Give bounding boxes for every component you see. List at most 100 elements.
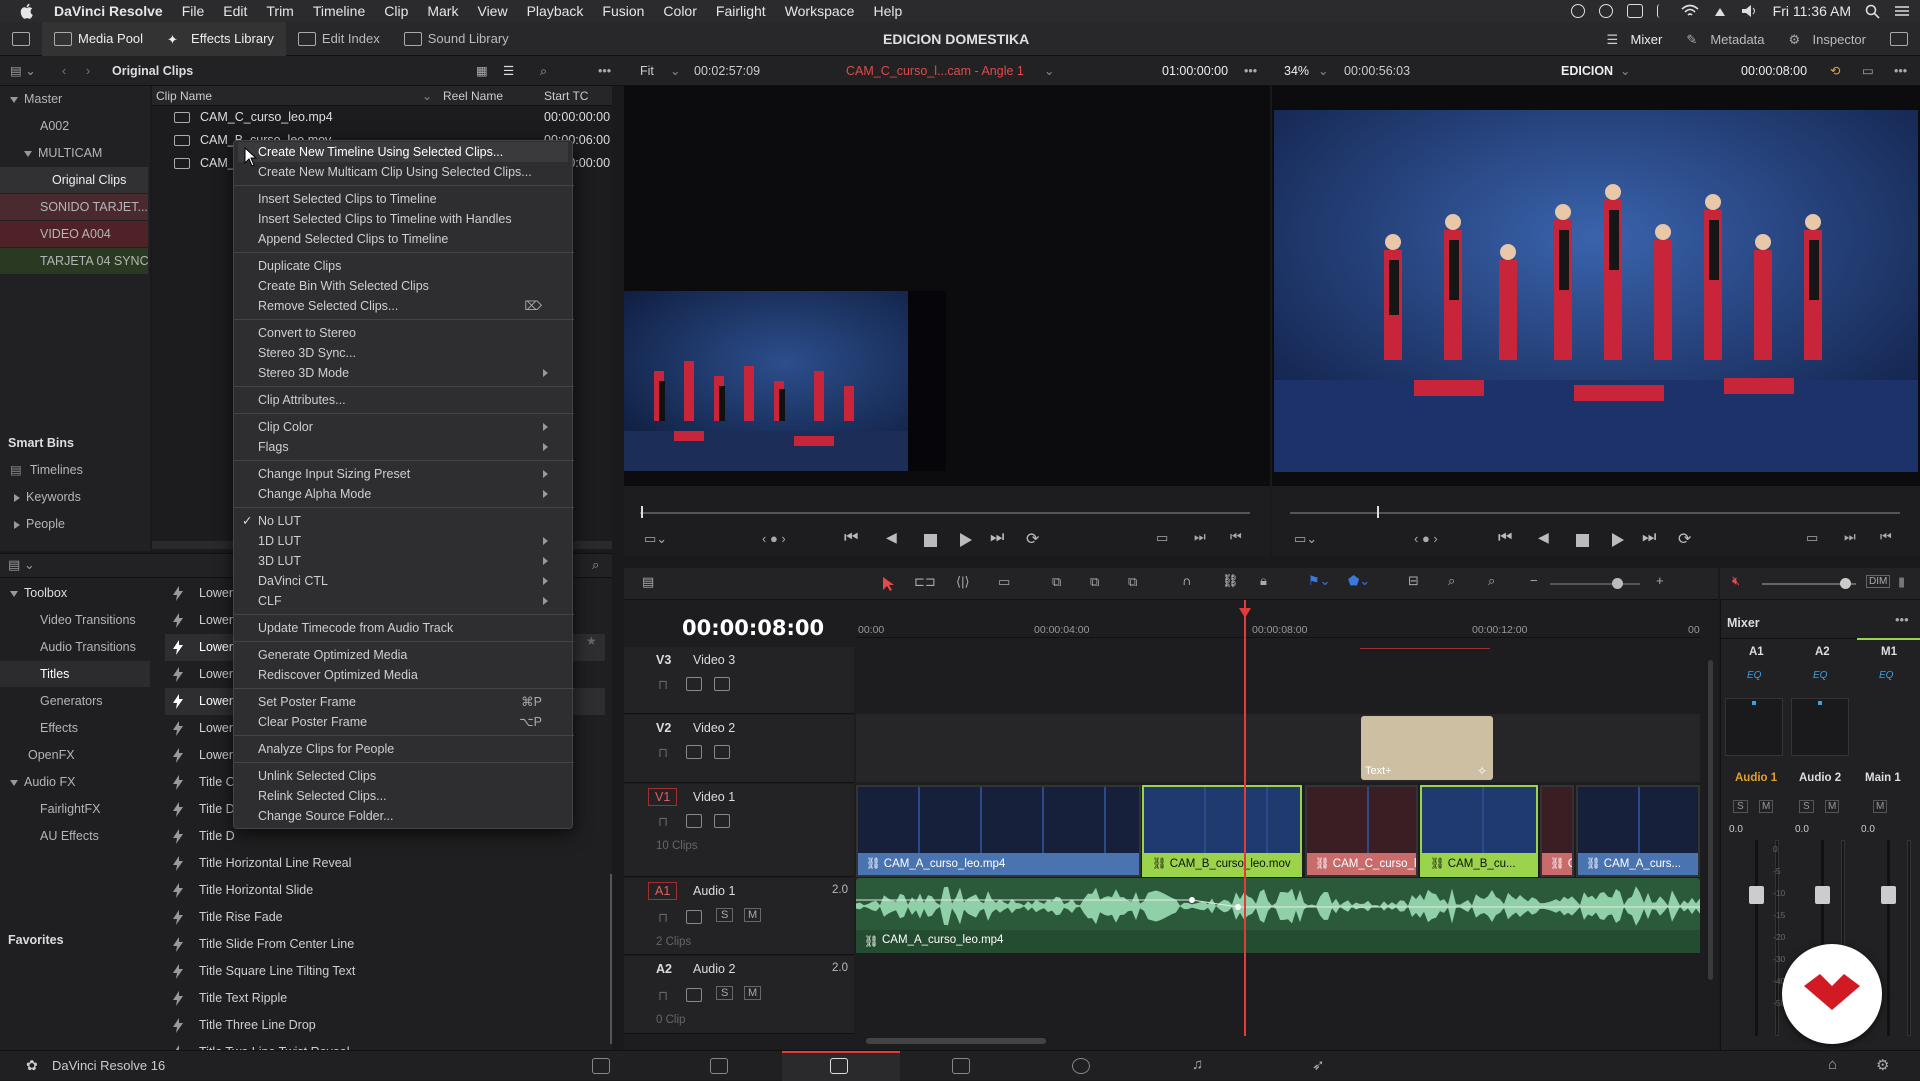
menu-davinci[interactable]: DaVinci Resolve [54, 3, 163, 19]
playhead[interactable] [1244, 600, 1246, 1036]
track-name[interactable]: Video 2 [693, 721, 735, 735]
more-options-icon[interactable]: ••• [1244, 56, 1257, 86]
column-start-tc[interactable]: Start TC [544, 86, 588, 106]
bin-tarjeta[interactable]: TARJETA 04 SYNC [0, 248, 149, 274]
video-clip[interactable]: ⛓ CAM_A_curso_leo.mp4 [856, 785, 1141, 877]
viewer-options-icon[interactable]: ▭⌄ [644, 531, 667, 547]
smart-bin-timelines[interactable]: ▤ Timelines [0, 457, 148, 483]
replace-clip-icon[interactable]: ⧉ [1128, 574, 1137, 590]
drive-icon[interactable] [1626, 4, 1643, 18]
menu-alpha-mode[interactable]: Change Alpha Mode [258, 484, 558, 504]
selection-tool-icon[interactable] [882, 576, 896, 592]
fx-cat-fairlightfx[interactable]: FairlightFX [0, 796, 150, 822]
menu-generate-optimized[interactable]: Generate Optimized Media [258, 645, 558, 665]
fx-title-item[interactable]: Title Slide From Center Line [165, 931, 605, 958]
zoom-in-icon[interactable]: + [1656, 573, 1664, 588]
edit-page-tab[interactable] [782, 1051, 900, 1081]
blade-tool-icon[interactable]: ▭ [998, 574, 1010, 590]
lock-icon[interactable]: ⊓ [658, 814, 668, 830]
lock-icon[interactable]: ⊓ [658, 988, 668, 1004]
source-scrubber[interactable] [640, 512, 1250, 514]
menu-clip[interactable]: Clip [384, 3, 408, 19]
wifi-icon[interactable] [1681, 4, 1699, 18]
bin-original-clips[interactable]: Original Clips [0, 167, 148, 193]
fx-title-item[interactable]: Title Text Ripple [165, 985, 605, 1012]
clock[interactable]: Fri 11:36 AM [1773, 3, 1851, 19]
media-pool-button[interactable]: Media Pool [42, 21, 156, 56]
menu-edit[interactable]: Edit [223, 3, 247, 19]
panel-toggle-button[interactable] [0, 22, 42, 56]
auto-track-icon[interactable] [686, 910, 702, 924]
video-clip[interactable]: ⛓ CAM_C_curso_leo.... [1305, 785, 1418, 877]
loop-icon[interactable]: ⟳ [1026, 529, 1039, 549]
nav-back-icon[interactable]: ‹ [62, 56, 66, 86]
zoom-level[interactable]: 34% [1284, 56, 1309, 86]
program-scrubber[interactable] [1290, 512, 1900, 514]
apple-icon[interactable] [18, 2, 36, 20]
menu-mark[interactable]: Mark [427, 3, 458, 19]
gear-icon[interactable]: ⚙ [1876, 1056, 1889, 1074]
timeline-view-options-icon[interactable]: ▤ [642, 574, 654, 590]
fx-title-item[interactable]: Title Rise Fade [165, 904, 605, 931]
menu-change-source-folder[interactable]: Change Source Folder... [258, 806, 558, 826]
fx-title-item[interactable]: Title Horizontal Line Reveal [165, 850, 605, 877]
fx-cat-openfx[interactable]: OpenFX [0, 742, 150, 768]
lock-icon[interactable]: ⊓ [658, 745, 668, 761]
bluetooth-icon[interactable] [1656, 4, 1667, 18]
track-name[interactable]: Audio 2 [693, 962, 735, 976]
track-id[interactable]: V1 [648, 788, 678, 806]
fx-title-item[interactable]: Title Square Line Tilting Text [165, 958, 605, 985]
bin-master[interactable]: Master [0, 86, 148, 112]
text-plus-clip[interactable]: Text+ ✧ [1361, 716, 1493, 780]
skip-start-icon[interactable]: ⏮ [1498, 529, 1512, 547]
next-icon[interactable]: ⏭ [1194, 529, 1206, 545]
volume-icon[interactable] [1741, 4, 1759, 18]
eq-button[interactable]: EQ [1747, 670, 1761, 681]
timeline-scrollbar[interactable] [866, 1038, 1046, 1044]
flag-icon[interactable]: ⚑⌄ [1308, 573, 1331, 589]
airplay-icon[interactable] [1713, 4, 1727, 18]
volume-knob[interactable] [1840, 578, 1851, 589]
timeline-timecode[interactable]: 00:00:08:00 [682, 616, 824, 640]
zoom-slider-knob[interactable] [1612, 578, 1623, 589]
menu-create-multicam[interactable]: Create New Multicam Clip Using Selected … [258, 162, 558, 182]
menu-duplicate-clips[interactable]: Duplicate Clips [258, 256, 558, 276]
video-clip[interactable]: ⛓ CAM_B_curso_leo.mov [1142, 785, 1302, 877]
timeline-vscrollbar[interactable] [1708, 660, 1713, 980]
snapping-icon[interactable]: ∩ [1182, 573, 1191, 588]
viewer-mode-icon[interactable]: ▭ [1862, 56, 1874, 86]
metadata-button[interactable]: ✎ Metadata [1674, 22, 1776, 56]
menu-no-lut[interactable]: ✓ No LUT [242, 511, 558, 531]
menu-file[interactable]: File [182, 3, 205, 19]
video-clip[interactable]: ⛓ CAM_B_cu... [1420, 785, 1538, 877]
menu-relink-clips[interactable]: Relink Selected Clips... [258, 786, 558, 806]
menu-trim[interactable]: Trim [266, 3, 293, 19]
sync-icon[interactable]: ⟲ [1830, 56, 1840, 86]
dim-button[interactable]: DIM [1866, 575, 1891, 588]
fader-knob[interactable] [1881, 886, 1896, 904]
smart-bin-people[interactable]: People [0, 511, 148, 537]
match-frame-icon[interactable]: ▭ [1806, 530, 1818, 546]
mute-button[interactable]: M [1759, 800, 1774, 813]
prev-icon[interactable]: ⏮ [1230, 529, 1242, 545]
fx-cat-generators[interactable]: Generators [0, 688, 150, 714]
linked-selection-icon[interactable]: ⛓ [1222, 573, 1239, 589]
zoom-out-icon[interactable]: − [1530, 573, 1538, 588]
nav-forward-icon[interactable]: › [86, 56, 90, 86]
effects-library-button[interactable]: ✦ Effects Library [155, 21, 286, 56]
bin-list-toggle-icon[interactable]: ▤ ⌄ [10, 56, 36, 86]
chevron-down-icon[interactable]: ⌄ [670, 56, 680, 86]
mute-button[interactable]: M [744, 986, 762, 1000]
menu-clip-color[interactable]: Clip Color [258, 417, 558, 437]
column-clip-name[interactable]: Clip Name [156, 86, 212, 106]
dynamic-trim-icon[interactable]: ⟨|⟩ [956, 574, 970, 590]
media-page-icon[interactable] [592, 1058, 610, 1074]
expand-button[interactable] [1878, 22, 1920, 56]
menu-clear-poster[interactable]: Clear Poster Frame ⌥P [258, 712, 558, 732]
lock-icon[interactable]: ⊓ [658, 910, 668, 926]
menu-3d-lut[interactable]: 3D LUT [258, 551, 558, 571]
auto-track-icon[interactable] [686, 677, 702, 691]
favorite-star-icon[interactable]: ★ [586, 634, 597, 648]
chevron-down-icon[interactable] [10, 96, 18, 103]
solo-button[interactable]: S [716, 986, 734, 1000]
